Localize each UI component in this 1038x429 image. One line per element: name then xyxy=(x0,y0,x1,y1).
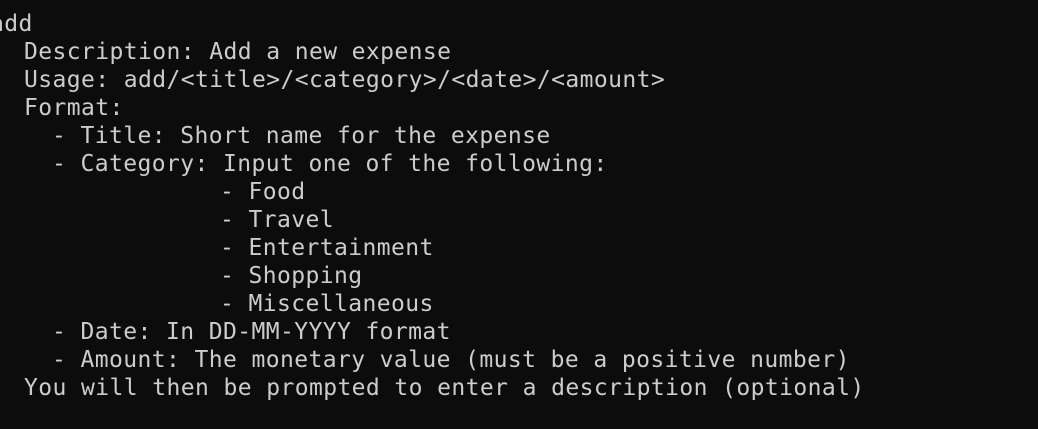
amount-format-line: - Amount: The monetary value (must be a … xyxy=(52,347,850,373)
format-heading: Format: xyxy=(24,95,124,121)
category-option-entertainment: - Entertainment xyxy=(220,235,434,261)
category-format-line: - Category: Input one of the following: xyxy=(52,151,608,177)
description-line: Description: Add a new expense xyxy=(24,39,452,65)
command-name: add xyxy=(0,11,33,37)
category-option-miscellaneous: - Miscellaneous xyxy=(220,291,434,317)
terminal-output: add Description: Add a new expense Usage… xyxy=(0,10,1038,429)
category-option-travel: - Travel xyxy=(220,207,334,233)
prompt-note-line: You will then be prompted to enter a des… xyxy=(24,375,865,401)
date-format-line: - Date: In DD-MM-YYYY format xyxy=(52,319,451,345)
category-option-shopping: - Shopping xyxy=(220,263,363,289)
usage-line: Usage: add/<title>/<category>/<date>/<am… xyxy=(24,67,666,93)
title-format-line: - Title: Short name for the expense xyxy=(52,123,551,149)
category-option-food: - Food xyxy=(220,179,306,205)
